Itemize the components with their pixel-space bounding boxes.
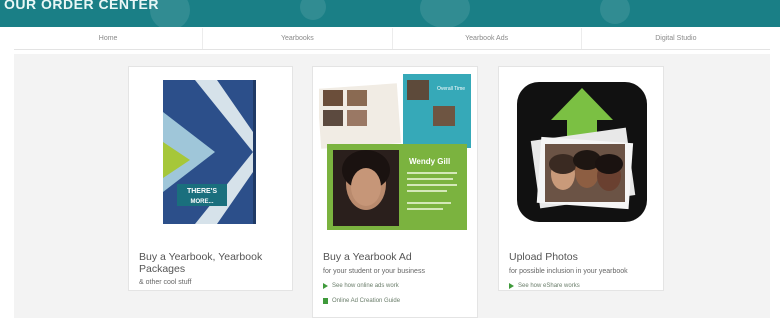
card-subtitle: for your student or your business bbox=[323, 268, 425, 275]
link-label[interactable]: See how eShare works bbox=[518, 283, 580, 289]
yearbook-ad-graphic: Overall Time Wendy Gill bbox=[319, 72, 471, 230]
card-upload-photos[interactable]: Upload Photos for possible inclusion in … bbox=[498, 66, 664, 291]
card-title[interactable]: Buy a Yearbook Ad bbox=[323, 251, 412, 263]
see-how-eshare-works-link[interactable]: See how eShare works bbox=[509, 283, 580, 289]
card-title[interactable]: Upload Photos bbox=[509, 251, 578, 263]
link-label[interactable]: Online Ad Creation Guide bbox=[332, 298, 400, 304]
play-arrow-icon bbox=[509, 283, 514, 289]
card-buy-yearbook[interactable]: THERE'S MORE... Buy a Yearbook, Yearbook… bbox=[128, 66, 293, 291]
card-subtitle: for possible inclusion in your yearbook bbox=[509, 268, 628, 275]
content-area: THERE'S MORE... Buy a Yearbook, Yearbook… bbox=[14, 54, 770, 318]
nav-item-home[interactable]: Home bbox=[14, 28, 204, 49]
main-nav: Home Yearbooks Yearbook Ads Digital Stud… bbox=[14, 28, 770, 50]
nav-item-digital-studio[interactable]: Digital Studio bbox=[582, 28, 770, 49]
banner-decoration bbox=[600, 0, 630, 24]
banner-decoration bbox=[420, 0, 470, 27]
link-label[interactable]: See how online ads work bbox=[332, 283, 399, 289]
card-title[interactable]: Buy a Yearbook, Yearbook bbox=[139, 251, 262, 263]
nav-item-yearbooks[interactable]: Yearbooks bbox=[203, 28, 393, 49]
header-banner: OUR ORDER CENTER bbox=[0, 0, 780, 27]
nav-item-yearbook-ads[interactable]: Yearbook Ads bbox=[393, 28, 582, 49]
upload-photos-image[interactable] bbox=[505, 72, 657, 230]
banner-decoration bbox=[300, 0, 326, 20]
online-ad-creation-guide-link[interactable]: Online Ad Creation Guide bbox=[323, 298, 400, 304]
card-title-line-2[interactable]: Packages bbox=[139, 263, 185, 275]
page-title: OUR ORDER CENTER bbox=[4, 0, 160, 12]
see-how-online-ads-work-link[interactable]: See how online ads work bbox=[323, 283, 399, 289]
play-arrow-icon bbox=[323, 283, 328, 289]
cover-text-1: THERE'S bbox=[187, 188, 217, 195]
card-subtitle: & other cool stuff bbox=[139, 279, 192, 286]
upload-photos-graphic bbox=[505, 72, 657, 230]
ad-headline: Overall Time bbox=[437, 86, 465, 92]
cover-text-2: MORE... bbox=[190, 199, 213, 205]
yearbook-cover-image[interactable]: THERE'S MORE... bbox=[135, 72, 286, 230]
card-buy-yearbook-ad[interactable]: Overall Time Wendy Gill Buy a Yearbook A… bbox=[312, 66, 478, 318]
document-icon bbox=[323, 298, 328, 304]
yearbook-cover-graphic: THERE'S MORE... bbox=[135, 72, 286, 230]
yearbook-ad-image[interactable]: Overall Time Wendy Gill bbox=[319, 72, 471, 230]
ad-name: Wendy Gill bbox=[409, 157, 450, 166]
